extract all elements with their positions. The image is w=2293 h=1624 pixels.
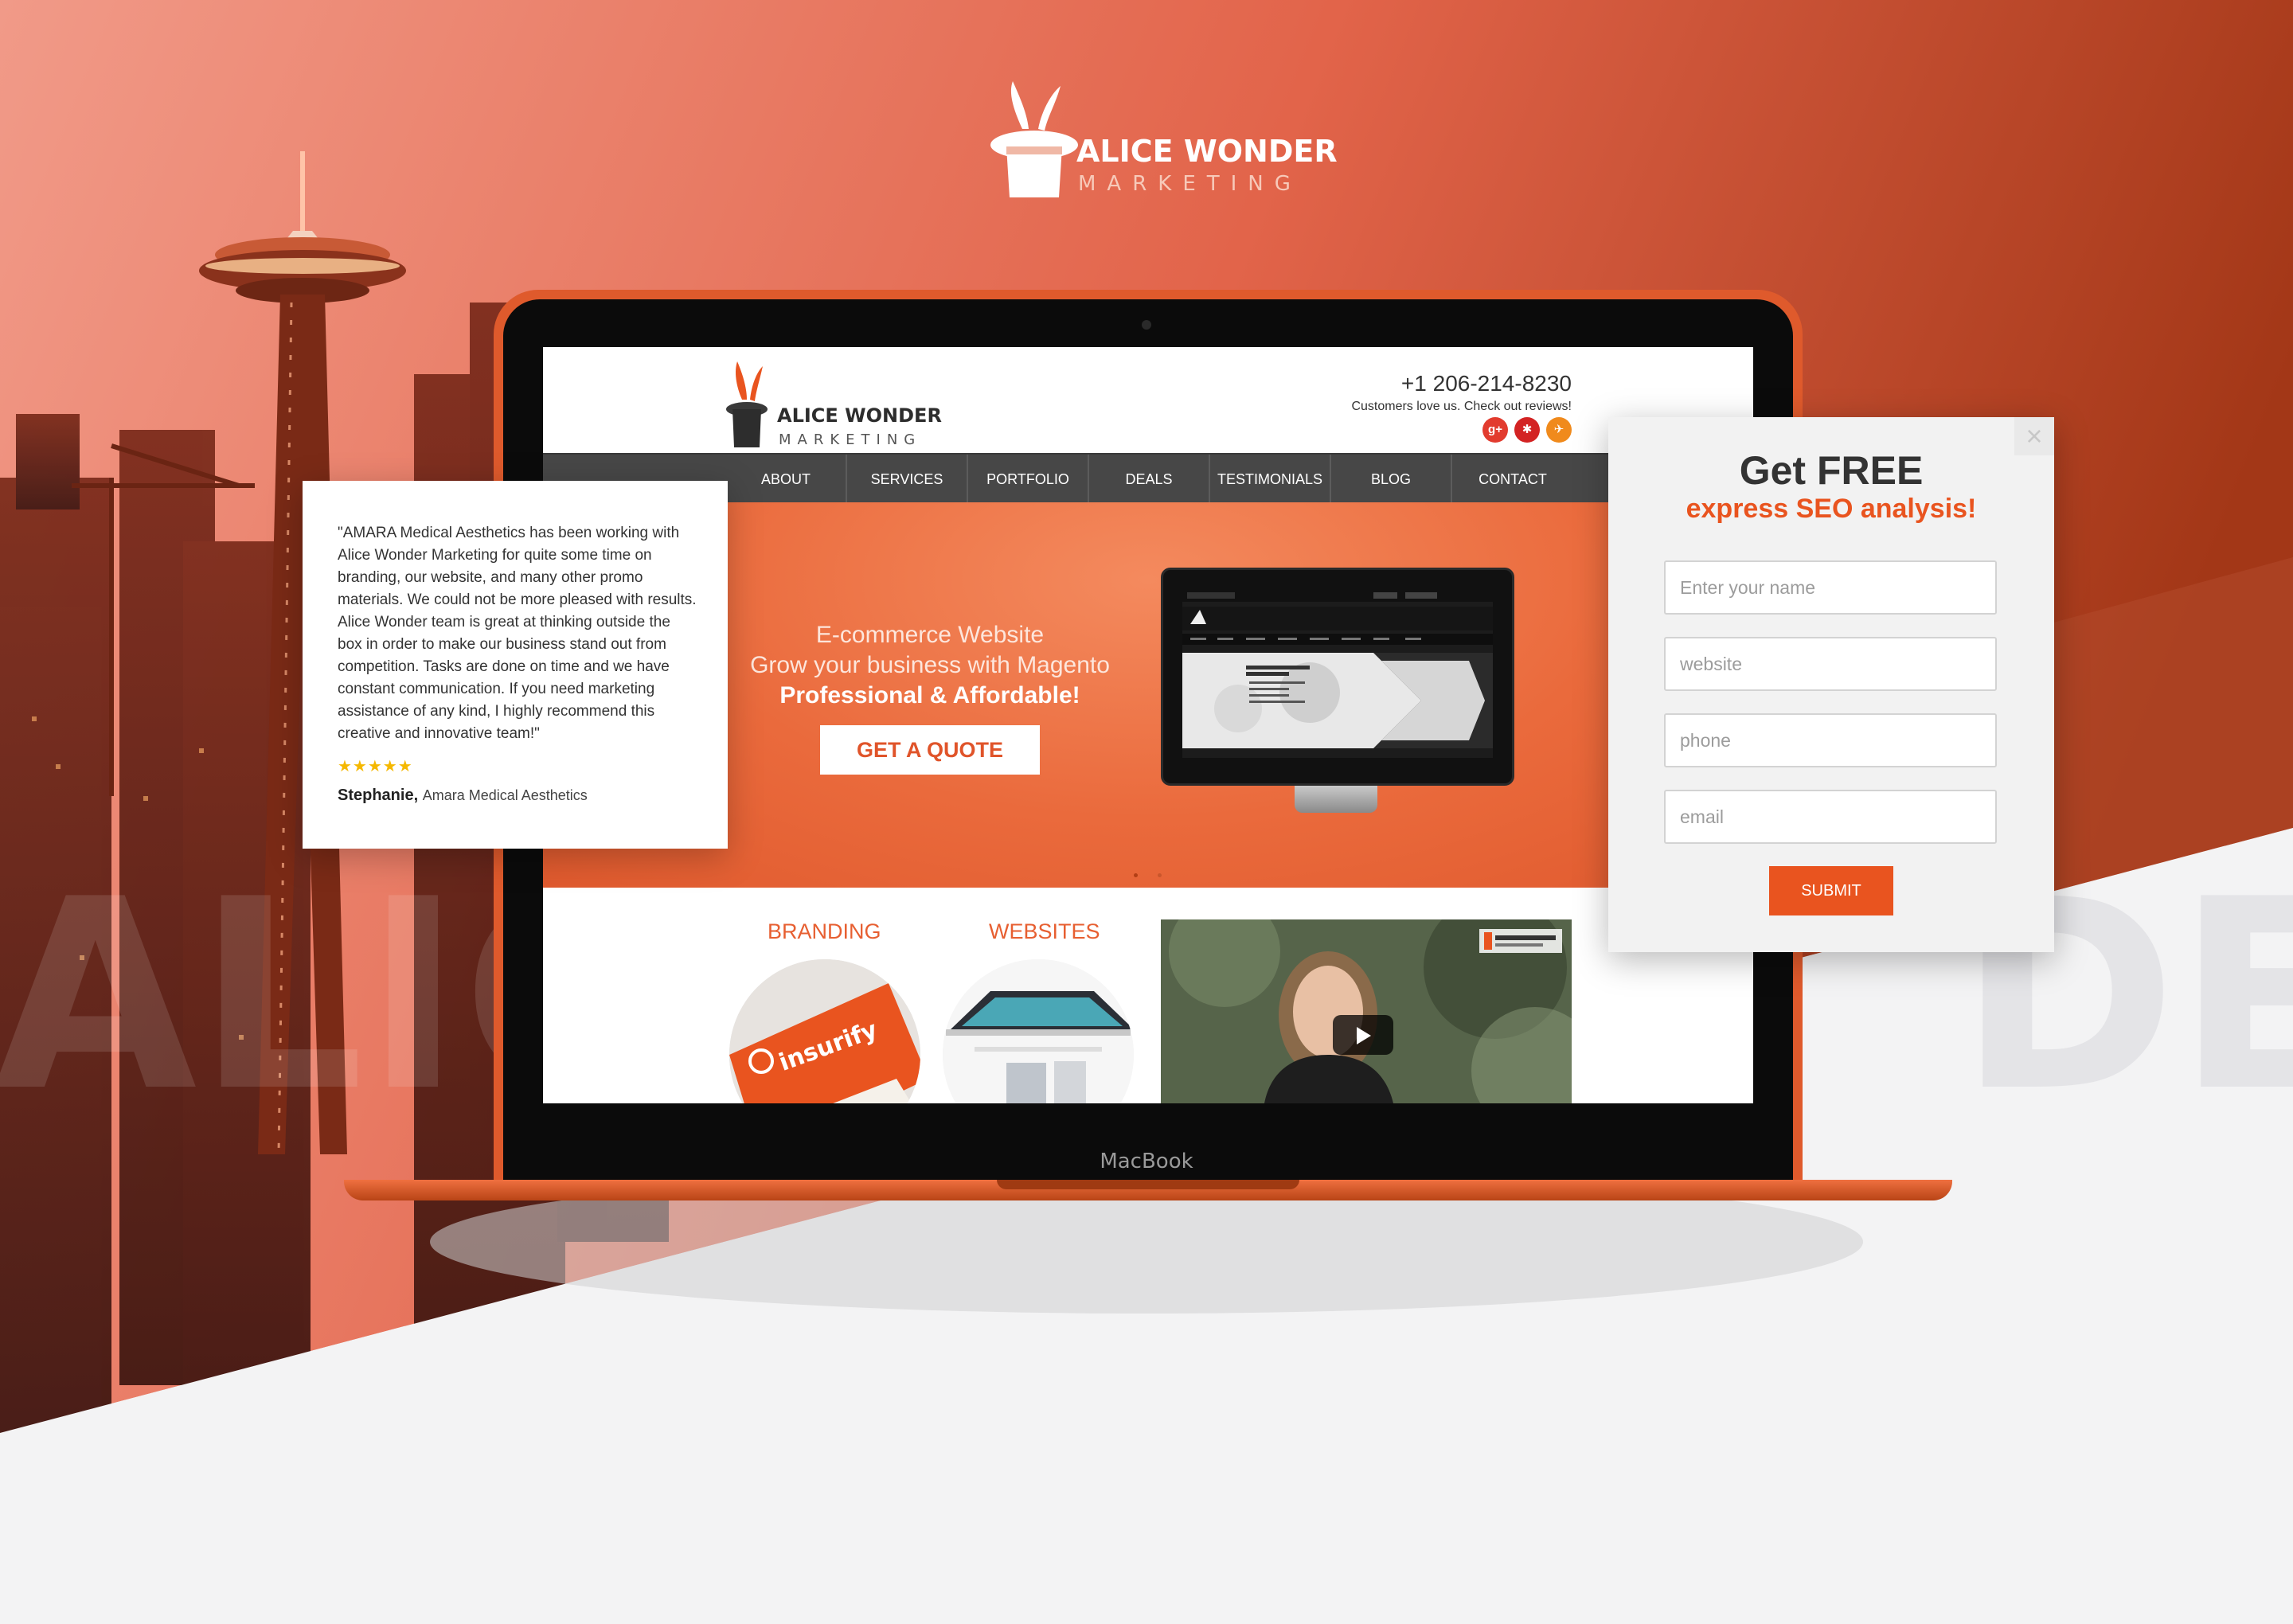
hero-line-1: E-commerce Website	[815, 622, 1045, 648]
websites-image	[943, 959, 1134, 1103]
yelp-icon[interactable]: ✱	[1514, 417, 1540, 443]
magic-hat-icon	[990, 81, 1078, 197]
nav-item-blog[interactable]: BLOG	[1331, 455, 1452, 504]
nav-item-deals[interactable]: DEALS	[1089, 455, 1210, 504]
social-links: g+ ✱ ✈	[1482, 417, 1572, 444]
author-company: Amara Medical Aesthetics	[422, 787, 588, 803]
google-plus-icon[interactable]: g+	[1482, 417, 1508, 443]
brand-tagline: MARKETING	[1078, 172, 1302, 196]
monitor-image	[1161, 568, 1514, 786]
services-section: BRANDING WEBSITES insurify	[543, 888, 1753, 1103]
play-icon	[1357, 1027, 1371, 1044]
nav-item-contact[interactable]: CONTACT	[1452, 455, 1573, 504]
reviews-text: Customers love us. Check out reviews!	[1351, 400, 1572, 413]
pin-icon[interactable]: ✈	[1546, 417, 1572, 443]
email-field[interactable]	[1664, 790, 1997, 844]
nav-item-testimonials[interactable]: TESTIMONIALS	[1210, 455, 1331, 504]
monitor-screen-image	[1182, 589, 1493, 758]
site-logo[interactable]: ALICE WONDER MARKETING	[726, 361, 965, 449]
nav-item-services[interactable]: SERVICES	[847, 455, 968, 504]
testimonial-text: "AMARA Medical Aesthetics has been worki…	[338, 525, 697, 742]
slider-dot[interactable]	[1158, 873, 1162, 877]
phone-number[interactable]: +1 206-214-8230	[1401, 371, 1572, 396]
seo-popup: × Get FREE express SEO analysis! SUBMIT	[1608, 417, 2054, 952]
magic-hat-icon	[726, 361, 768, 447]
site-logo-tagline: MARKETING	[779, 431, 922, 448]
video-thumbnail	[1161, 919, 1572, 1103]
website-field[interactable]	[1664, 637, 1997, 691]
testimonial-card: "AMARA Medical Aesthetics has been worki…	[303, 481, 728, 849]
video-player[interactable]	[1161, 919, 1572, 1103]
slider-dot[interactable]	[1134, 873, 1138, 877]
author-name: Stephanie,	[338, 787, 419, 804]
nav-item-portfolio[interactable]: PORTFOLIO	[968, 455, 1089, 504]
site-logo-name: ALICE WONDER	[777, 404, 942, 427]
category-websites[interactable]: WEBSITES	[989, 919, 1100, 944]
hero-line-3: Professional & Affordable!	[779, 682, 1080, 709]
submit-button[interactable]: SUBMIT	[1769, 866, 1893, 915]
play-button[interactable]	[1333, 1015, 1393, 1055]
branding-thumbnail[interactable]: insurify	[729, 959, 920, 1103]
popup-title: Get FREE	[1739, 448, 1924, 493]
get-quote-button[interactable]: GET A QUOTE	[820, 725, 1040, 775]
testimonial-author: Stephanie, Amara Medical Aesthetics	[338, 787, 588, 805]
brand-logo: ALICE WONDER MARKETING	[990, 80, 1338, 207]
name-field[interactable]	[1664, 560, 1997, 615]
camera	[1142, 320, 1151, 330]
macbook-label: MacBook	[1100, 1150, 1193, 1173]
brand-name: ALICE WONDER	[1076, 134, 1338, 169]
laptop-notch	[997, 1180, 1299, 1189]
phone-field[interactable]	[1664, 713, 1997, 767]
category-branding[interactable]: BRANDING	[768, 919, 881, 944]
rating-stars: ★★★★★	[338, 758, 413, 775]
websites-thumbnail[interactable]	[943, 959, 1134, 1103]
branding-image	[729, 959, 920, 1103]
nav-item-about[interactable]: ABOUT	[726, 455, 847, 504]
monitor-stand	[1295, 786, 1377, 813]
popup-subtitle: express SEO analysis!	[1686, 494, 1977, 524]
hero-line-2: Grow your business with Magento	[750, 652, 1110, 678]
